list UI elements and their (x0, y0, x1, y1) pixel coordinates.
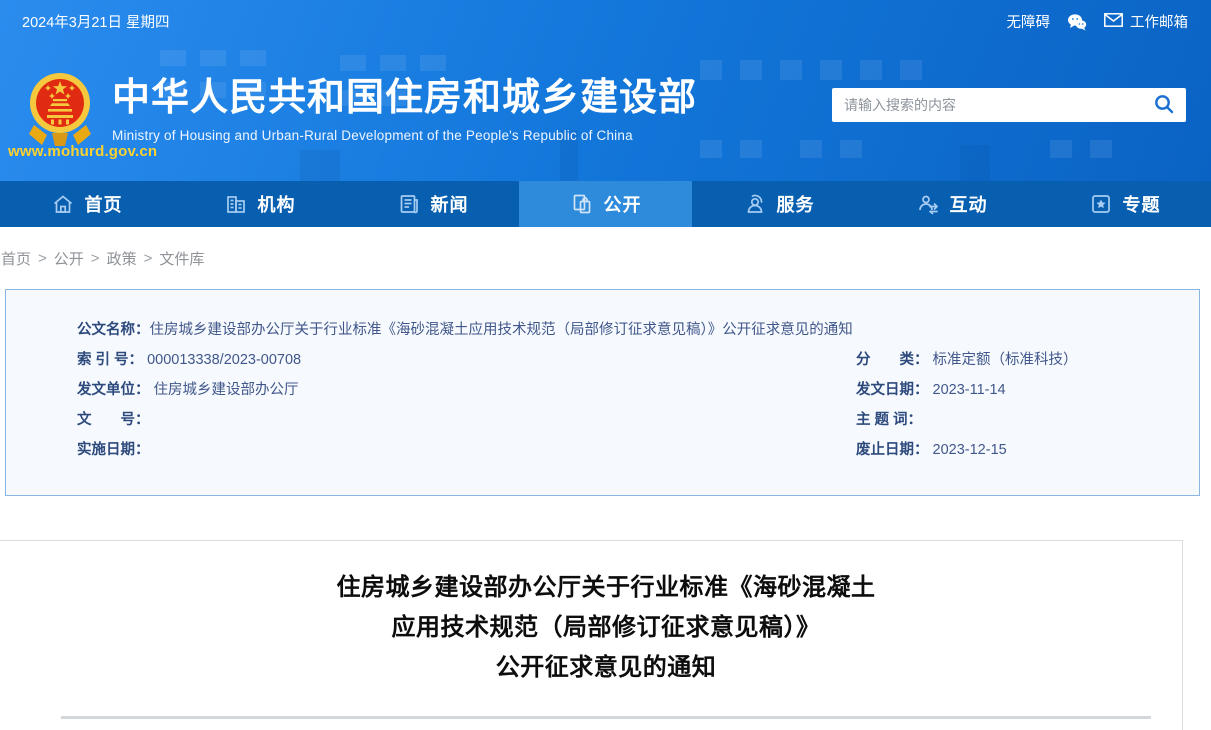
news-icon (397, 192, 421, 216)
impl-date-label: 实施日期： (77, 442, 150, 458)
home-icon (51, 192, 75, 216)
repeal-date-value: 2023-12-15 (932, 442, 1007, 458)
breadcrumb-disclosure[interactable]: 公开 (54, 248, 84, 269)
search-icon (1154, 94, 1174, 117)
article-body: 住房城乡建设部办公厅关于行业标准《海砂混凝土 应用技术规范（局部修订征求意见稿）… (61, 541, 1151, 719)
nav-item-news[interactable]: 新闻 (346, 181, 519, 227)
index-no-label: 索 引 号： (77, 352, 144, 368)
meta-row-doc-name: 公文名称： 住房城乡建设部办公厅关于行业标准《海砂混凝土应用技术规范（局部修订征… (6, 315, 1199, 345)
meta-cell-doc-no: 文 号： (77, 405, 856, 435)
article-panel: 住房城乡建设部办公厅关于行业标准《海砂混凝土 应用技术规范（局部修订征求意见稿）… (0, 540, 1183, 730)
meta-row: 文 号： 主 题 词： (6, 405, 1199, 435)
title-divider (61, 716, 1151, 719)
doc-no-label: 文 号： (77, 412, 150, 428)
meta-cell-issuing-unit: 发文单位： 住房城乡建设部办公厅 (77, 375, 856, 405)
breadcrumb-home[interactable]: 首页 (1, 248, 31, 269)
keywords-label: 主 题 词： (856, 412, 923, 428)
nav-item-services[interactable]: 服务 (692, 181, 865, 227)
article-title-line: 应用技术规范（局部修订征求意见稿）》 (391, 614, 821, 641)
section-spacer (0, 496, 1211, 540)
nav-label: 公开 (603, 195, 642, 215)
interaction-icon (916, 192, 940, 216)
nav-label: 互动 (949, 195, 988, 215)
organization-icon (224, 192, 248, 216)
work-mailbox-link[interactable]: 工作邮箱 (1104, 11, 1188, 32)
meta-row: 实施日期： 废止日期： 2023-12-15 (6, 435, 1199, 465)
ministry-title: 中华人民共和国住房和城乡建设部 (112, 77, 698, 119)
nav-item-disclosure[interactable]: 公开 (519, 181, 692, 227)
top-utility-links: 无障碍 工作邮箱 (1007, 11, 1188, 32)
breadcrumb-separator: > (90, 249, 100, 267)
meta-cell-category: 分 类： 标准定额（标准科技） (856, 345, 1199, 375)
current-date: 2024年3月21日 星期四 (22, 15, 170, 31)
breadcrumb: 首页 > 公开 > 政策 > 文件库 (0, 227, 1211, 289)
category-value: 标准定额（标准科技） (932, 352, 1078, 368)
issue-date-label: 发文日期： (856, 382, 929, 398)
meta-cell-repeal-date: 废止日期： 2023-12-15 (856, 435, 1199, 465)
nav-item-organization[interactable]: 机构 (173, 181, 346, 227)
search-button[interactable] (1142, 88, 1186, 122)
article-title-line: 公开征求意见的通知 (495, 654, 717, 681)
mail-icon (1104, 12, 1123, 31)
meta-cell-index-no: 索 引 号： 000013338/2023-00708 (77, 345, 856, 375)
meta-cell-keywords: 主 题 词： (856, 405, 1199, 435)
doc-name-label: 公文名称： (77, 322, 150, 338)
article-title-line: 住房城乡建设部办公厅关于行业标准《海砂混凝土 (336, 574, 876, 601)
article-title: 住房城乡建设部办公厅关于行业标准《海砂混凝土 应用技术规范（局部修订征求意见稿）… (61, 541, 1151, 688)
category-label: 分 类： (856, 352, 929, 368)
breadcrumb-policy[interactable]: 政策 (107, 248, 137, 269)
meta-row: 发文单位： 住房城乡建设部办公厅 发文日期： 2023-11-14 (6, 375, 1199, 405)
primary-nav: 首页 机构 新闻 公开 服务 互动 专题 (0, 181, 1211, 227)
doc-name-value: 住房城乡建设部办公厅关于行业标准《海砂混凝土应用技术规范（局部修订征求意见稿）》… (149, 322, 853, 338)
repeal-date-label: 废止日期： (856, 442, 929, 458)
site-search (832, 88, 1186, 122)
nav-label: 专题 (1122, 195, 1161, 215)
breadcrumb-separator: > (143, 249, 153, 267)
nav-label: 首页 (84, 195, 123, 215)
ministry-subtitle-en: Ministry of Housing and Urban-Rural Deve… (112, 127, 633, 143)
topics-icon (1089, 192, 1113, 216)
nav-label: 机构 (257, 195, 296, 215)
disclosure-icon (570, 192, 594, 216)
brand-home-link[interactable]: 中华人民共和国住房和城乡建设部 Ministry of Housing and … (112, 77, 698, 143)
accessibility-link[interactable]: 无障碍 (1007, 11, 1051, 32)
site-header: 2024年3月21日 星期四 无障碍 工作邮箱 www.mohurd.gov.c… (0, 0, 1211, 181)
top-utility-bar: 2024年3月21日 星期四 无障碍 工作邮箱 (0, 0, 1211, 32)
site-url: www.mohurd.gov.cn (8, 143, 158, 160)
nav-label: 服务 (776, 195, 815, 215)
breadcrumb-separator: > (38, 249, 47, 267)
issuing-unit-value: 住房城乡建设部办公厅 (153, 382, 299, 398)
nav-item-interaction[interactable]: 互动 (865, 181, 1038, 227)
wechat-icon[interactable] (1067, 13, 1087, 31)
meta-cell-impl-date: 实施日期： (77, 435, 856, 465)
search-input[interactable] (832, 88, 1142, 122)
meta-row: 索 引 号： 000013338/2023-00708 分 类： 标准定额（标准… (6, 345, 1199, 375)
issue-date-value: 2023-11-14 (932, 382, 1006, 398)
services-icon (743, 192, 767, 216)
document-meta-box: 公文名称： 住房城乡建设部办公厅关于行业标准《海砂混凝土应用技术规范（局部修订征… (5, 289, 1200, 496)
nav-item-topics[interactable]: 专题 (1038, 181, 1211, 227)
breadcrumb-current-library: 文件库 (159, 250, 205, 268)
meta-cell-issue-date: 发文日期： 2023-11-14 (856, 375, 1199, 405)
nav-label: 新闻 (430, 195, 469, 215)
issuing-unit-label: 发文单位： (77, 382, 150, 398)
index-no-value: 000013338/2023-00708 (147, 352, 302, 368)
nav-item-home[interactable]: 首页 (0, 181, 173, 227)
